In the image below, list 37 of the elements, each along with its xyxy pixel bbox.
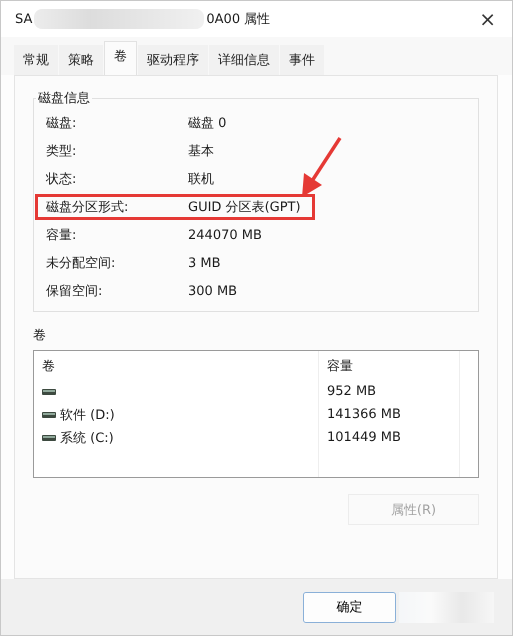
field-label: 类型: bbox=[46, 143, 78, 160]
field-value: 300 MB bbox=[188, 284, 238, 298]
field-value: 磁盘 0 bbox=[188, 115, 226, 132]
ok-button[interactable]: 确定 bbox=[303, 592, 396, 622]
field-label: 保留空间: bbox=[46, 283, 104, 300]
field-value: 3 MB bbox=[188, 256, 221, 270]
group-title: 磁盘信息 bbox=[36, 89, 92, 107]
table-cell: 101449 MB bbox=[327, 430, 401, 445]
column-header[interactable]: 容量 bbox=[327, 357, 459, 380]
field-label: 状态: bbox=[46, 171, 78, 188]
tab[interactable]: 策略 bbox=[59, 45, 103, 75]
field-value: 基本 bbox=[188, 143, 214, 160]
table-cell: 952 MB bbox=[327, 384, 376, 399]
window-title: 0A00 属性 bbox=[206, 11, 270, 28]
field-value: GUID 分区表(GPT) bbox=[188, 199, 301, 216]
annotation-arrow bbox=[302, 137, 342, 197]
tab[interactable]: 详细信息 bbox=[209, 45, 279, 75]
section-title: 卷 bbox=[33, 327, 47, 344]
drive-icon bbox=[42, 412, 56, 418]
tab[interactable]: 事件 bbox=[280, 45, 324, 75]
field-label: 未分配空间: bbox=[46, 255, 116, 272]
drive-icon bbox=[42, 434, 56, 440]
drive-icon bbox=[42, 388, 56, 394]
tab[interactable]: 常规 bbox=[14, 45, 58, 75]
field-value: 244070 MB bbox=[188, 228, 262, 242]
field-label: 磁盘: bbox=[46, 115, 78, 132]
tab[interactable]: 驱动程序 bbox=[138, 45, 208, 75]
table-cell: 141366 MB bbox=[327, 407, 401, 422]
field-label: 容量: bbox=[46, 227, 78, 244]
volume-name[interactable]: 软件 (D:) bbox=[60, 406, 115, 424]
field-label: 磁盘分区形式: bbox=[46, 199, 130, 216]
window-title: SA bbox=[15, 12, 32, 26]
column-header[interactable]: 卷 bbox=[42, 357, 318, 380]
close-button[interactable]: × bbox=[473, 7, 502, 31]
field-value: 联机 bbox=[188, 171, 214, 188]
volume-name[interactable]: 系统 (C:) bbox=[60, 428, 114, 446]
tab[interactable]: 卷 bbox=[104, 41, 137, 75]
